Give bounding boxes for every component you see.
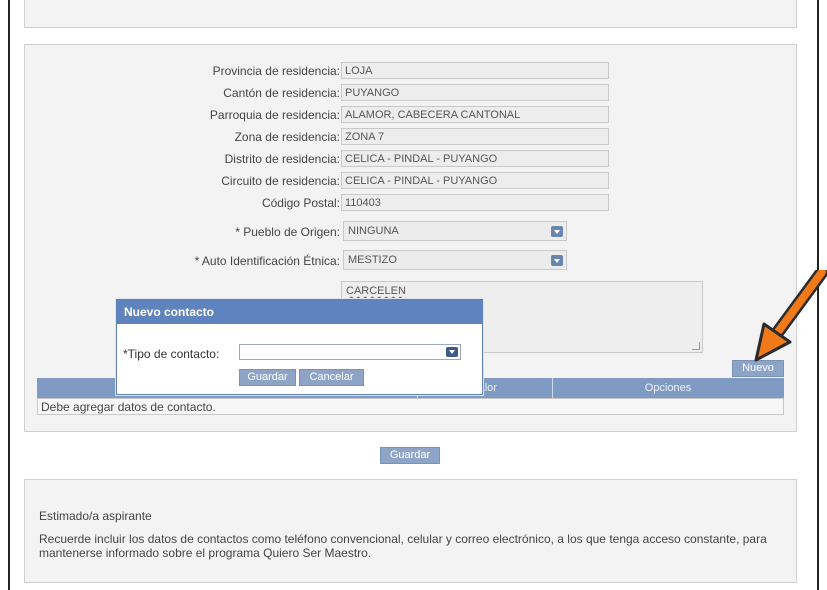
- select-label: * Pueblo de Origen:: [235, 225, 340, 239]
- chevron-down-icon[interactable]: [551, 226, 563, 237]
- pueblo-select[interactable]: NINGUNA: [343, 221, 567, 241]
- field-label: Distrito de residencia:: [224, 152, 340, 166]
- nuevo-button[interactable]: Nuevo: [732, 360, 784, 377]
- tipo-contacto-label: *Tipo de contacto:: [123, 347, 220, 361]
- field-label: Zona de residencia:: [234, 130, 340, 144]
- select-row-pueblo: * Pueblo de Origen: NINGUNA: [25, 221, 796, 241]
- field-row-parroquia: Parroquia de residencia: ALAMOR, CABECER…: [25, 106, 796, 124]
- contacts-empty-row: Debe agregar datos de contacto.: [37, 398, 784, 415]
- canton-field[interactable]: PUYANGO: [341, 84, 609, 101]
- save-button[interactable]: Guardar: [380, 447, 440, 464]
- field-row-codigo-postal: Código Postal: 110403: [25, 194, 796, 212]
- field-row-zona: Zona de residencia: ZONA 7: [25, 128, 796, 146]
- select-value: MESTIZO: [348, 254, 397, 266]
- field-label: Parroquia de residencia:: [209, 108, 340, 122]
- info-panel: Estimado/a aspirante Recuerde incluir lo…: [24, 479, 797, 583]
- field-row-circuito: Circuito de residencia: CELICA - PINDAL …: [25, 172, 796, 190]
- dialog-cancel-button[interactable]: Cancelar: [299, 369, 364, 386]
- dialog-title: Nuevo contacto: [117, 300, 482, 324]
- select-label: * Auto Identificación Étnica:: [194, 254, 340, 268]
- resize-grip-icon[interactable]: [692, 342, 700, 350]
- field-row-canton: Cantón de residencia: PUYANGO: [25, 84, 796, 102]
- distrito-field[interactable]: CELICA - PINDAL - PUYANGO: [341, 150, 609, 167]
- circuito-field[interactable]: CELICA - PINDAL - PUYANGO: [341, 172, 609, 189]
- chevron-down-icon[interactable]: [551, 255, 563, 266]
- etnica-select[interactable]: MESTIZO: [343, 250, 567, 270]
- zona-field[interactable]: ZONA 7: [341, 128, 609, 145]
- dialog-save-button[interactable]: Guardar: [239, 369, 296, 386]
- field-label: Cantón de residencia:: [223, 86, 340, 100]
- chevron-down-icon[interactable]: [446, 347, 458, 357]
- select-value: NINGUNA: [348, 225, 399, 237]
- field-label: Circuito de residencia:: [221, 174, 340, 188]
- tipo-contacto-select[interactable]: [239, 344, 461, 360]
- parroquia-field[interactable]: ALAMOR, CABECERA CANTONAL: [341, 106, 609, 123]
- info-heading: Estimado/a aspirante: [39, 509, 152, 523]
- field-label: Provincia de residencia:: [212, 64, 340, 78]
- top-panel: [24, 0, 797, 28]
- field-row-provincia: Provincia de residencia: LOJA: [25, 62, 796, 80]
- field-row-distrito: Distrito de residencia: CELICA - PINDAL …: [25, 150, 796, 168]
- address-text: CARCELEN: [346, 285, 406, 297]
- nuevo-contacto-dialog: Nuevo contacto *Tipo de contacto: Guarda…: [116, 299, 483, 395]
- provincia-field[interactable]: LOJA: [341, 62, 609, 79]
- info-message: Recuerde incluir los datos de contactos …: [39, 532, 767, 560]
- arrow-pointer-icon: [754, 270, 827, 362]
- codigo-postal-field[interactable]: 110403: [341, 194, 609, 211]
- field-label: Código Postal:: [261, 196, 340, 210]
- select-row-etnica: * Auto Identificación Étnica: MESTIZO: [25, 250, 796, 270]
- column-header-opciones: Opciones: [644, 382, 692, 394]
